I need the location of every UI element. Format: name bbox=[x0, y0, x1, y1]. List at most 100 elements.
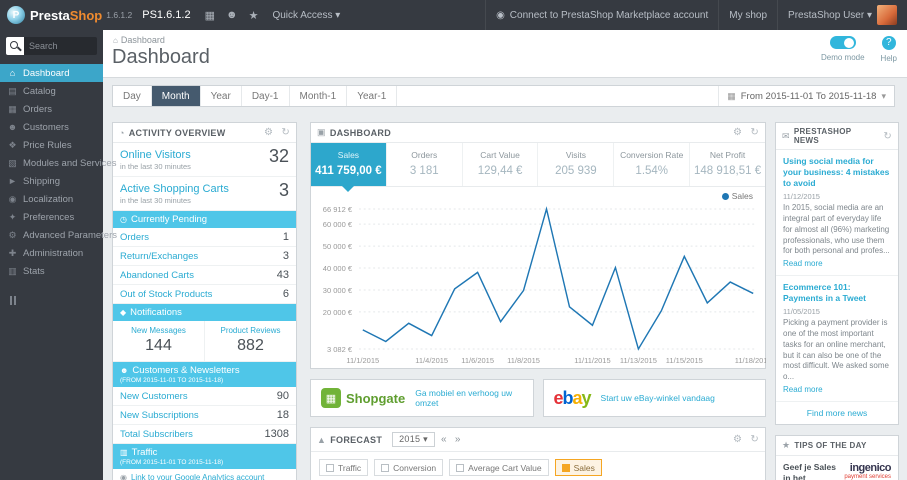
content-header: ⌂ Dashboard Dashboard Demo mode ? Help bbox=[103, 30, 907, 78]
sales-chart-svg bbox=[359, 206, 757, 351]
refresh-icon[interactable]: ↻ bbox=[750, 127, 759, 138]
help-label: Help bbox=[880, 54, 897, 63]
sales-chart bbox=[359, 203, 757, 353]
sidebar-item-dashboard[interactable]: ⌂ Dashboard bbox=[0, 64, 103, 82]
news-panel-title: PRESTASHOP NEWS bbox=[793, 127, 852, 145]
currently-pending-header: ◷ Currently Pending bbox=[113, 211, 296, 228]
filter-year-1-button[interactable]: Year-1 bbox=[347, 86, 398, 106]
marketplace-connect-link[interactable]: ◉ Connect to PrestaShop Marketplace acco… bbox=[485, 0, 718, 30]
filter-day-button[interactable]: Day bbox=[113, 86, 152, 106]
kpi-net-profit[interactable]: Net Profit 148 918,51 € bbox=[690, 143, 765, 186]
date-range-picker[interactable]: ▦ From 2015-11-01 To 2015-11-18 ▾ bbox=[718, 86, 894, 106]
y-tick-label: 40 000 € bbox=[322, 264, 352, 274]
shopgate-link[interactable]: Ga mobiel en verhoog uw omzet bbox=[415, 388, 522, 408]
forecast-year-select[interactable]: 2015 ▾ bbox=[392, 432, 435, 447]
find-more-news-link[interactable]: Find more news bbox=[776, 402, 898, 424]
forecast-next-button[interactable]: » bbox=[453, 434, 463, 445]
y-tick-label: 66 912 € bbox=[322, 205, 352, 214]
clock-icon: ◷ bbox=[120, 215, 127, 224]
shop-name-link[interactable]: PS1.6.1.2 bbox=[142, 9, 190, 21]
checkbox-icon bbox=[456, 463, 465, 472]
ebay-promo: ebay Start uw eBay-winkel vandaag bbox=[542, 379, 766, 417]
sidebar-item-localization[interactable]: ◉ Localization bbox=[0, 190, 103, 208]
sidebar-item-administration[interactable]: ✚ Administration bbox=[0, 244, 103, 262]
breadcrumb-home-icon: ⌂ bbox=[113, 35, 118, 45]
forecast-metric-sales[interactable]: Sales bbox=[554, 459, 602, 476]
pending-row-out-of-stock: Out of Stock Products 6 bbox=[113, 285, 296, 304]
tips-panel-icon: ★ bbox=[782, 440, 791, 450]
sidebar-item-preferences[interactable]: ✦ Preferences bbox=[0, 208, 103, 226]
read-more-link[interactable]: Read more bbox=[783, 259, 891, 268]
forecast-panel-title: FORECAST bbox=[330, 434, 383, 445]
demo-mode-toggle[interactable] bbox=[829, 36, 856, 49]
filter-month-1-button[interactable]: Month-1 bbox=[290, 86, 348, 106]
my-shop-link[interactable]: My shop bbox=[718, 0, 777, 30]
sidebar-item-shipping[interactable]: ► Shipping bbox=[0, 172, 103, 190]
sidebar-item-modules[interactable]: ▧ Modules and Services bbox=[0, 154, 116, 172]
help-icon[interactable]: ? bbox=[881, 36, 896, 50]
home-icon: ⌂ bbox=[9, 68, 16, 78]
online-visitors-link[interactable]: Online Visitors bbox=[120, 149, 289, 161]
shopgate-cart-icon: ▦ bbox=[321, 388, 341, 408]
trophy-icon[interactable]: ★ bbox=[249, 9, 259, 22]
kpi-conversion-rate[interactable]: Conversion Rate 1.54% bbox=[614, 143, 691, 186]
chart-legend[interactable]: Sales bbox=[721, 191, 753, 201]
read-more-link[interactable]: Read more bbox=[783, 385, 891, 394]
customers-row-new-subscriptions: New Subscriptions 18 bbox=[113, 406, 296, 425]
refresh-icon[interactable]: ↻ bbox=[750, 434, 759, 445]
y-axis: 66 912 € 60 000 € 50 000 € 40 000 € 30 000 €… bbox=[315, 203, 355, 354]
x-tick-label: 11/15/2015 bbox=[665, 356, 703, 365]
ingenico-logo: ingenico payment services bbox=[844, 462, 891, 480]
news-article: Ecommerce 101: Payments in a Tweet 11/05… bbox=[776, 276, 898, 402]
tips-title: Geef je Sales in het buitenland een Boos… bbox=[783, 462, 836, 480]
filter-day-1-button[interactable]: Day-1 bbox=[242, 86, 290, 106]
search-input[interactable] bbox=[24, 37, 97, 55]
kpi-sales[interactable]: Sales 411 759,00 € bbox=[311, 143, 387, 192]
refresh-icon[interactable]: ↻ bbox=[883, 131, 892, 142]
gear-icon[interactable]: ⚙ bbox=[264, 127, 273, 138]
version-label: 1.6.1.2 bbox=[106, 10, 133, 20]
customers-row-new-customers: New Customers 90 bbox=[113, 387, 296, 406]
kpi-orders[interactable]: Orders 3 181 bbox=[387, 143, 463, 186]
quick-access-menu[interactable]: Quick Access ▾ bbox=[272, 10, 340, 21]
forecast-metric-conversion[interactable]: Conversion bbox=[374, 459, 444, 476]
date-filter-bar: Day Month Year Day-1 Month-1 Year-1 ▦ Fr… bbox=[112, 85, 895, 107]
person-icon[interactable]: ☻ bbox=[226, 9, 238, 21]
forecast-prev-button[interactable]: « bbox=[439, 434, 449, 445]
filter-year-button[interactable]: Year bbox=[201, 86, 242, 106]
localization-icon: ◉ bbox=[8, 193, 17, 204]
active-carts-block: 3 Active Shopping Carts in the last 30 m… bbox=[113, 177, 296, 211]
sidebar-item-orders[interactable]: ▦ Orders bbox=[0, 100, 103, 118]
gear-icon[interactable]: ⚙ bbox=[733, 434, 742, 445]
active-carts-link[interactable]: Active Shopping Carts bbox=[120, 183, 289, 195]
forecast-metric-average-cart-value[interactable]: Average Cart Value bbox=[449, 459, 549, 476]
cart-icon[interactable]: ▦ bbox=[205, 9, 215, 22]
product-reviews-cell[interactable]: Product Reviews 882 bbox=[205, 321, 296, 361]
kpi-visits[interactable]: Visits 205 939 bbox=[538, 143, 615, 186]
forecast-metric-traffic[interactable]: Traffic bbox=[319, 459, 369, 476]
user-menu[interactable]: PrestaShop User ▾ bbox=[777, 0, 907, 30]
kpi-cart-value[interactable]: Cart Value 129,44 € bbox=[463, 143, 539, 186]
news-article-date: 11/12/2015 bbox=[783, 192, 820, 202]
news-article-title[interactable]: Ecommerce 101: Payments in a Tweet bbox=[783, 282, 891, 304]
ebay-link[interactable]: Start uw eBay-winkel vandaag bbox=[601, 393, 715, 403]
sidebar-item-price-rules[interactable]: ❖ Price Rules bbox=[0, 136, 103, 154]
sidebar-item-stats[interactable]: ▥ Stats bbox=[0, 262, 103, 280]
gear-icon[interactable]: ⚙ bbox=[733, 127, 742, 138]
sidebar-item-customers[interactable]: ☻ Customers bbox=[0, 118, 103, 136]
notifications-header: ◆ Notifications bbox=[113, 304, 296, 321]
price-rules-icon: ❖ bbox=[8, 139, 17, 150]
online-visitors-block: 32 Online Visitors in the last 30 minute… bbox=[113, 143, 296, 177]
sidebar-item-advanced-parameters[interactable]: ⚙ Advanced Parameters bbox=[0, 226, 117, 244]
shipping-icon: ► bbox=[8, 176, 17, 186]
sidebar-item-catalog[interactable]: ▤ Catalog bbox=[0, 82, 103, 100]
customers-newsletters-header: ☻ Customers & Newsletters (FROM 2015-11-0… bbox=[113, 362, 296, 387]
dashboard-panel-title: DASHBOARD bbox=[329, 127, 392, 138]
sidebar-collapse-button[interactable] bbox=[10, 296, 103, 305]
news-article-title[interactable]: Using social media for your business: 4 … bbox=[783, 156, 891, 189]
sales-chart-area: Sales 66 912 € 60 000 € 50 000 € 40 000 € 30… bbox=[311, 187, 766, 368]
google-analytics-link[interactable]: ◉ Link to your Google Analytics account bbox=[113, 469, 296, 480]
refresh-icon[interactable]: ↻ bbox=[281, 127, 290, 138]
filter-month-button[interactable]: Month bbox=[151, 86, 201, 106]
new-messages-cell[interactable]: New Messages 144 bbox=[113, 321, 205, 361]
